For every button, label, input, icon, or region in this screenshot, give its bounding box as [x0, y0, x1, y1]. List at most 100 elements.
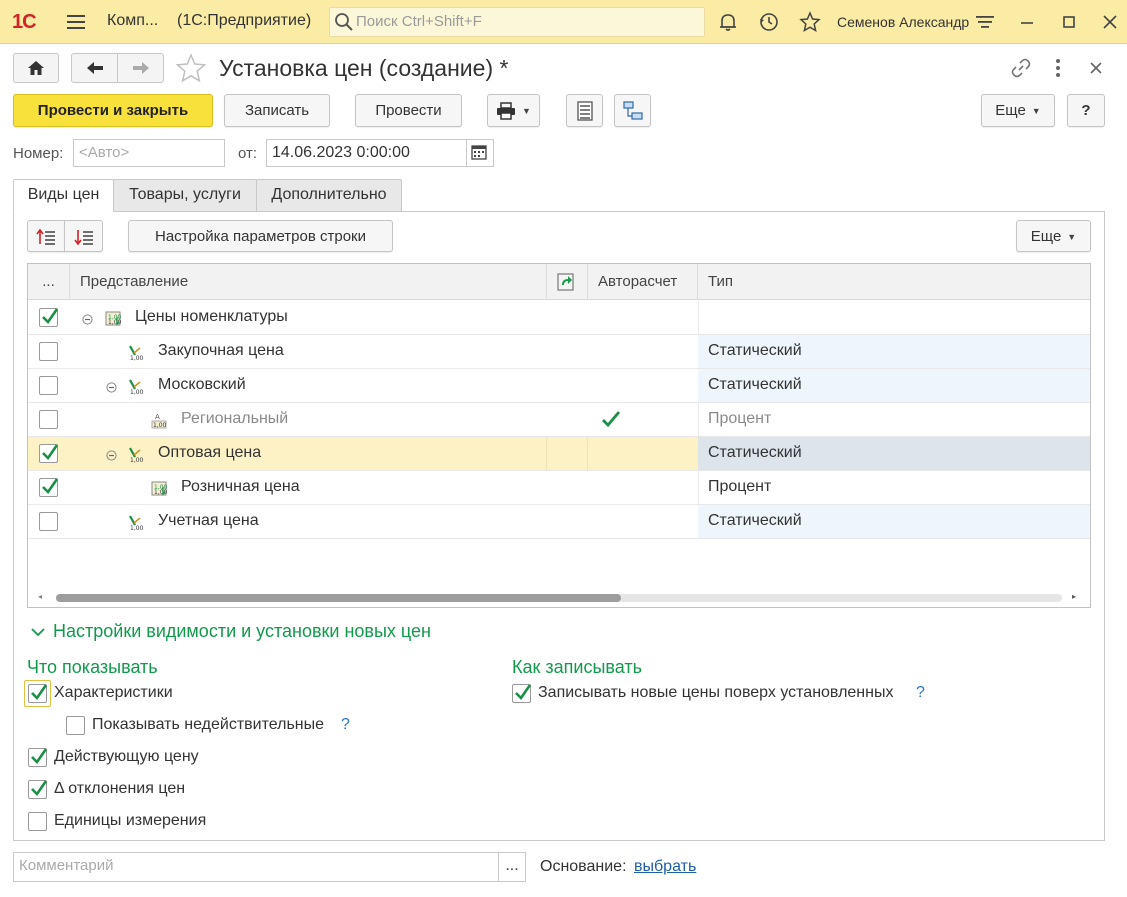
characteristics-checkbox[interactable] — [28, 684, 48, 703]
svg-text:1,00: 1,00 — [153, 422, 167, 429]
price-group-icon: 1,00 1,00 — [150, 479, 168, 497]
row-checkbox[interactable] — [39, 444, 59, 463]
scroll-left-icon[interactable]: ◂ — [38, 592, 42, 601]
row-checkbox[interactable] — [39, 410, 58, 429]
table-row[interactable]: 1,00 Московский Статический — [28, 369, 1090, 403]
collapse-icon[interactable] — [82, 312, 93, 325]
minimize-icon[interactable] — [1016, 11, 1038, 33]
type-cell[interactable]: Статический — [698, 505, 1090, 538]
link-icon[interactable] — [1010, 57, 1032, 79]
table-row[interactable]: 1,00 1,00 Розничная цена Процент — [28, 471, 1090, 505]
svg-text:1,00: 1,00 — [108, 319, 122, 326]
move-up-button[interactable] — [27, 220, 65, 252]
help-button[interactable]: ? — [1067, 94, 1105, 127]
home-icon — [28, 61, 44, 75]
move-down-button[interactable] — [64, 220, 103, 252]
collapse-icon[interactable] — [106, 380, 117, 393]
menu-icon[interactable] — [66, 12, 88, 34]
type-cell[interactable]: Статический — [698, 369, 1090, 402]
table-row[interactable]: A 1,00 Региональный Процент — [28, 403, 1090, 437]
svg-text:1,00: 1,00 — [154, 489, 168, 496]
row-checkbox[interactable] — [39, 478, 59, 497]
calendar-button[interactable] — [466, 139, 494, 167]
save-button[interactable]: Записать — [224, 94, 330, 127]
type-cell[interactable]: Статический — [698, 335, 1090, 368]
help-icon[interactable]: ? — [341, 716, 350, 734]
characteristics-label: Характеристики — [54, 684, 173, 701]
close-form-icon[interactable] — [1086, 58, 1106, 78]
price-static-icon: 1,00 — [127, 513, 145, 532]
maximize-icon[interactable] — [1058, 11, 1080, 33]
column-type[interactable]: Тип — [698, 264, 1090, 300]
scroll-right-icon[interactable]: ▸ — [1072, 592, 1076, 601]
deviation-checkbox[interactable] — [28, 780, 48, 799]
hierarchy-button[interactable] — [614, 94, 651, 127]
basis-select-link[interactable]: выбрать — [634, 858, 696, 876]
table-header: ... Представление Авторасчет Тип — [28, 264, 1090, 300]
favorites-star-icon[interactable] — [799, 11, 821, 33]
panel-more-button[interactable]: Еще ▼ — [1016, 220, 1091, 252]
global-search-input[interactable]: Поиск Ctrl+Shift+F — [329, 7, 705, 37]
comment-field[interactable]: Комментарий — [13, 852, 499, 882]
scroll-thumb[interactable] — [56, 594, 621, 602]
tab-price-types[interactable]: Виды цен — [13, 179, 114, 212]
tab-additional[interactable]: Дополнительно — [256, 179, 402, 212]
row-settings-button[interactable]: Настройка параметров строки — [128, 220, 393, 252]
visibility-group-title[interactable]: Настройки видимости и установки новых це… — [53, 621, 431, 642]
app-logo[interactable]: 1С — [12, 10, 48, 34]
column-formula[interactable] — [547, 264, 588, 300]
units-checkbox[interactable] — [28, 812, 47, 831]
printer-icon — [497, 102, 516, 120]
number-field[interactable]: <Авто> — [73, 139, 225, 167]
table-row[interactable]: 1,00 Учетная цена Статический — [28, 505, 1090, 539]
more-button[interactable]: Еще ▼ — [981, 94, 1055, 127]
type-cell[interactable]: Статический — [698, 437, 1090, 470]
tab-goods-services[interactable]: Товары, услуги — [113, 179, 257, 212]
row-checkbox[interactable] — [39, 342, 58, 361]
formula-refresh-icon — [557, 273, 574, 291]
favorite-star-icon[interactable] — [175, 53, 207, 85]
settings-menu-icon[interactable] — [974, 11, 996, 33]
column-divider — [698, 403, 699, 436]
back-button[interactable] — [71, 53, 118, 83]
current-price-checkbox[interactable] — [28, 748, 48, 767]
app-name[interactable]: Комп... — [107, 12, 158, 30]
comment-expand-button[interactable]: ... — [498, 852, 526, 882]
horizontal-scrollbar[interactable]: ◂ ▸ — [28, 589, 1090, 607]
row-checkbox[interactable] — [39, 308, 59, 327]
row-type: Статический — [708, 444, 802, 461]
row-checkbox[interactable] — [39, 376, 58, 395]
calendar-icon — [471, 145, 487, 160]
price-types-table[interactable]: ... Представление Авторасчет Тип 1,00 1,0… — [27, 263, 1091, 608]
close-window-icon[interactable] — [1099, 11, 1121, 33]
print-button[interactable]: ▼ — [487, 94, 540, 127]
user-name[interactable]: Семенов Александр — [837, 14, 969, 30]
more-actions-icon[interactable] — [1048, 57, 1068, 79]
search-placeholder: Поиск Ctrl+Shift+F — [356, 13, 482, 30]
column-check[interactable]: ... — [28, 264, 70, 300]
table-row-selected[interactable]: 1,00 Оптовая цена Статический — [28, 437, 1090, 471]
help-icon[interactable]: ? — [916, 684, 925, 702]
home-button[interactable] — [13, 53, 59, 83]
post-and-close-button[interactable]: Провести и закрыть — [13, 94, 213, 127]
date-field[interactable]: 14.06.2023 0:00:00 — [266, 139, 467, 167]
bell-icon[interactable] — [717, 11, 739, 33]
report-structure-button[interactable] — [566, 94, 603, 127]
table-row[interactable]: 1,00 1,00 Цены номенклатуры — [28, 301, 1090, 335]
svg-text:1,00: 1,00 — [130, 525, 144, 531]
forward-button[interactable] — [117, 53, 164, 83]
column-autocalc[interactable]: Авторасчет — [588, 264, 698, 300]
column-name[interactable]: Представление — [70, 264, 547, 300]
price-static-icon: 1,00 — [127, 377, 145, 396]
overwrite-prices-checkbox[interactable] — [512, 684, 532, 703]
basis-label: Основание: — [540, 858, 627, 875]
date-label: от: — [238, 145, 258, 162]
collapse-icon[interactable] — [106, 448, 117, 461]
history-icon[interactable] — [758, 11, 780, 33]
post-button[interactable]: Провести — [355, 94, 462, 127]
row-checkbox[interactable] — [39, 512, 58, 531]
show-invalid-checkbox[interactable] — [66, 716, 85, 735]
chevron-down-icon[interactable] — [30, 625, 46, 639]
table-row[interactable]: 1,00 Закупочная цена Статический — [28, 335, 1090, 369]
panel-more-label: Еще — [1030, 228, 1062, 245]
